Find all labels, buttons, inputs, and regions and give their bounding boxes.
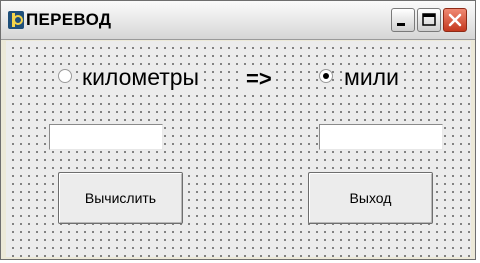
conversion-arrow: =>: [244, 66, 274, 92]
calculate-button[interactable]: Вычислить: [58, 172, 183, 224]
delphi-app-icon: [8, 11, 24, 29]
kilometers-label[interactable]: километры: [80, 66, 202, 89]
window-title: ПЕРЕВОД: [26, 10, 112, 29]
main-window: ПЕРЕВОД километры => мили Вычислить Выхо…: [0, 0, 476, 260]
output-field[interactable]: [319, 124, 443, 150]
minimize-icon: [397, 23, 405, 26]
maximize-button[interactable]: [417, 8, 441, 32]
miles-radio[interactable]: [319, 69, 333, 83]
maximize-icon: [422, 13, 436, 26]
exit-button[interactable]: Выход: [308, 172, 433, 224]
close-icon: [448, 13, 462, 27]
kilometers-radio[interactable]: [58, 69, 72, 83]
title-bar[interactable]: ПЕРЕВОД: [1, 1, 475, 40]
form-client-area: километры => мили Вычислить Выход: [6, 41, 471, 257]
close-button[interactable]: [443, 8, 467, 32]
miles-label[interactable]: мили: [342, 66, 401, 89]
minimize-button[interactable]: [391, 8, 415, 32]
radio-selected-dot: [323, 73, 329, 79]
input-field[interactable]: [49, 124, 163, 150]
